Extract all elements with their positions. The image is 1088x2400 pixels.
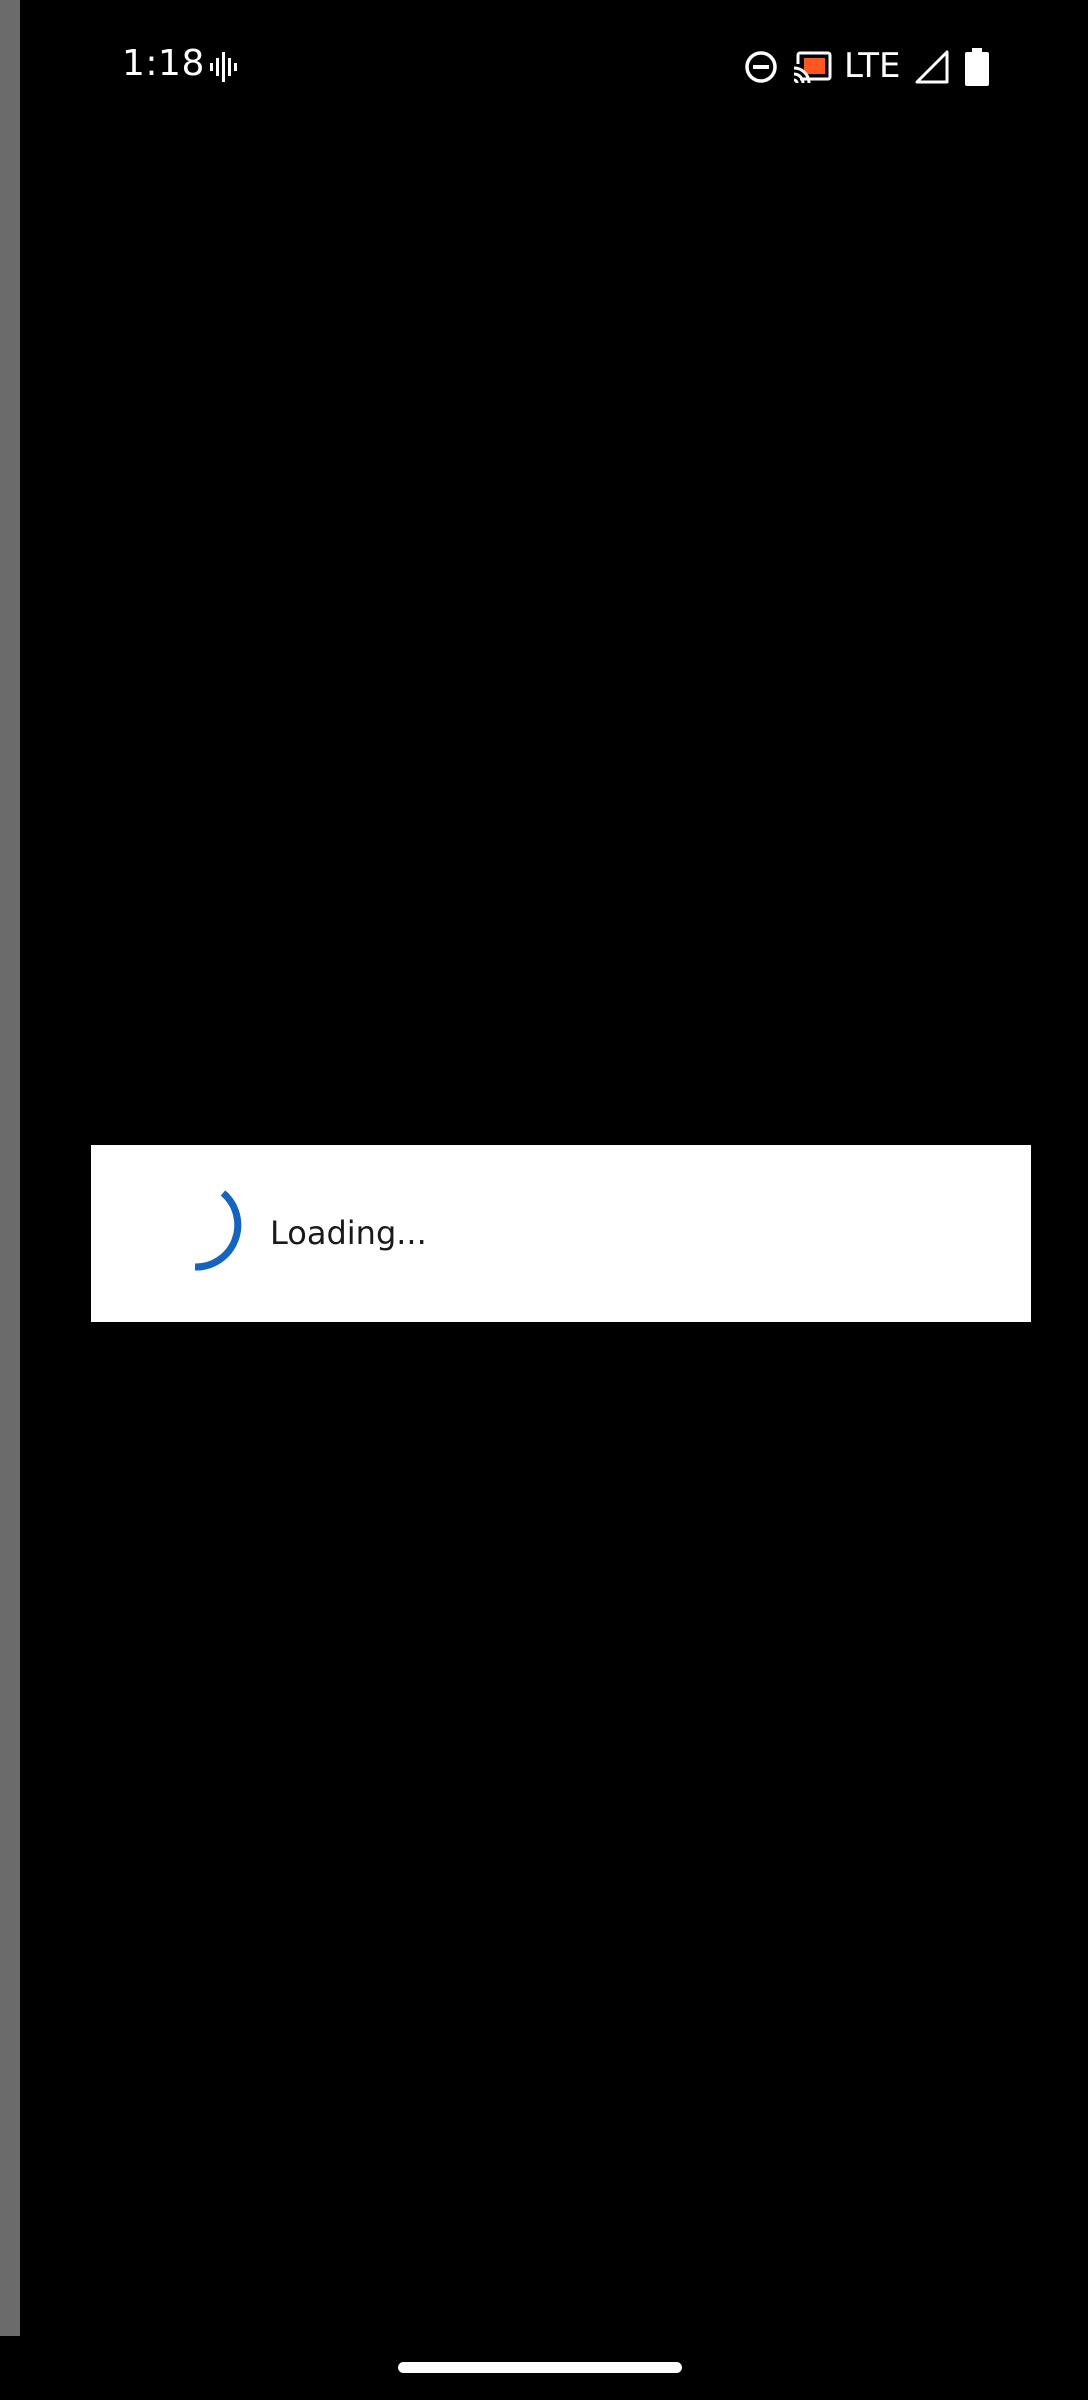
app-screen: 1:18 LTE Loading... — [0, 0, 1088, 2400]
voice-waveform-icon — [210, 52, 237, 82]
home-indicator[interactable] — [398, 2362, 682, 2373]
status-bar: 1:18 LTE — [0, 0, 1088, 134]
cast-icon — [792, 51, 832, 84]
signal-icon — [915, 50, 949, 84]
loading-message: Loading... — [270, 1214, 427, 1252]
battery-icon — [965, 48, 989, 86]
do-not-disturb-icon — [745, 51, 777, 83]
side-edge-strip — [0, 0, 20, 2336]
status-time: 1:18 — [122, 43, 205, 84]
loading-dialog: Loading... — [91, 1145, 1031, 1322]
network-type-label: LTE — [844, 46, 901, 86]
loading-spinner-icon — [194, 1190, 242, 1271]
